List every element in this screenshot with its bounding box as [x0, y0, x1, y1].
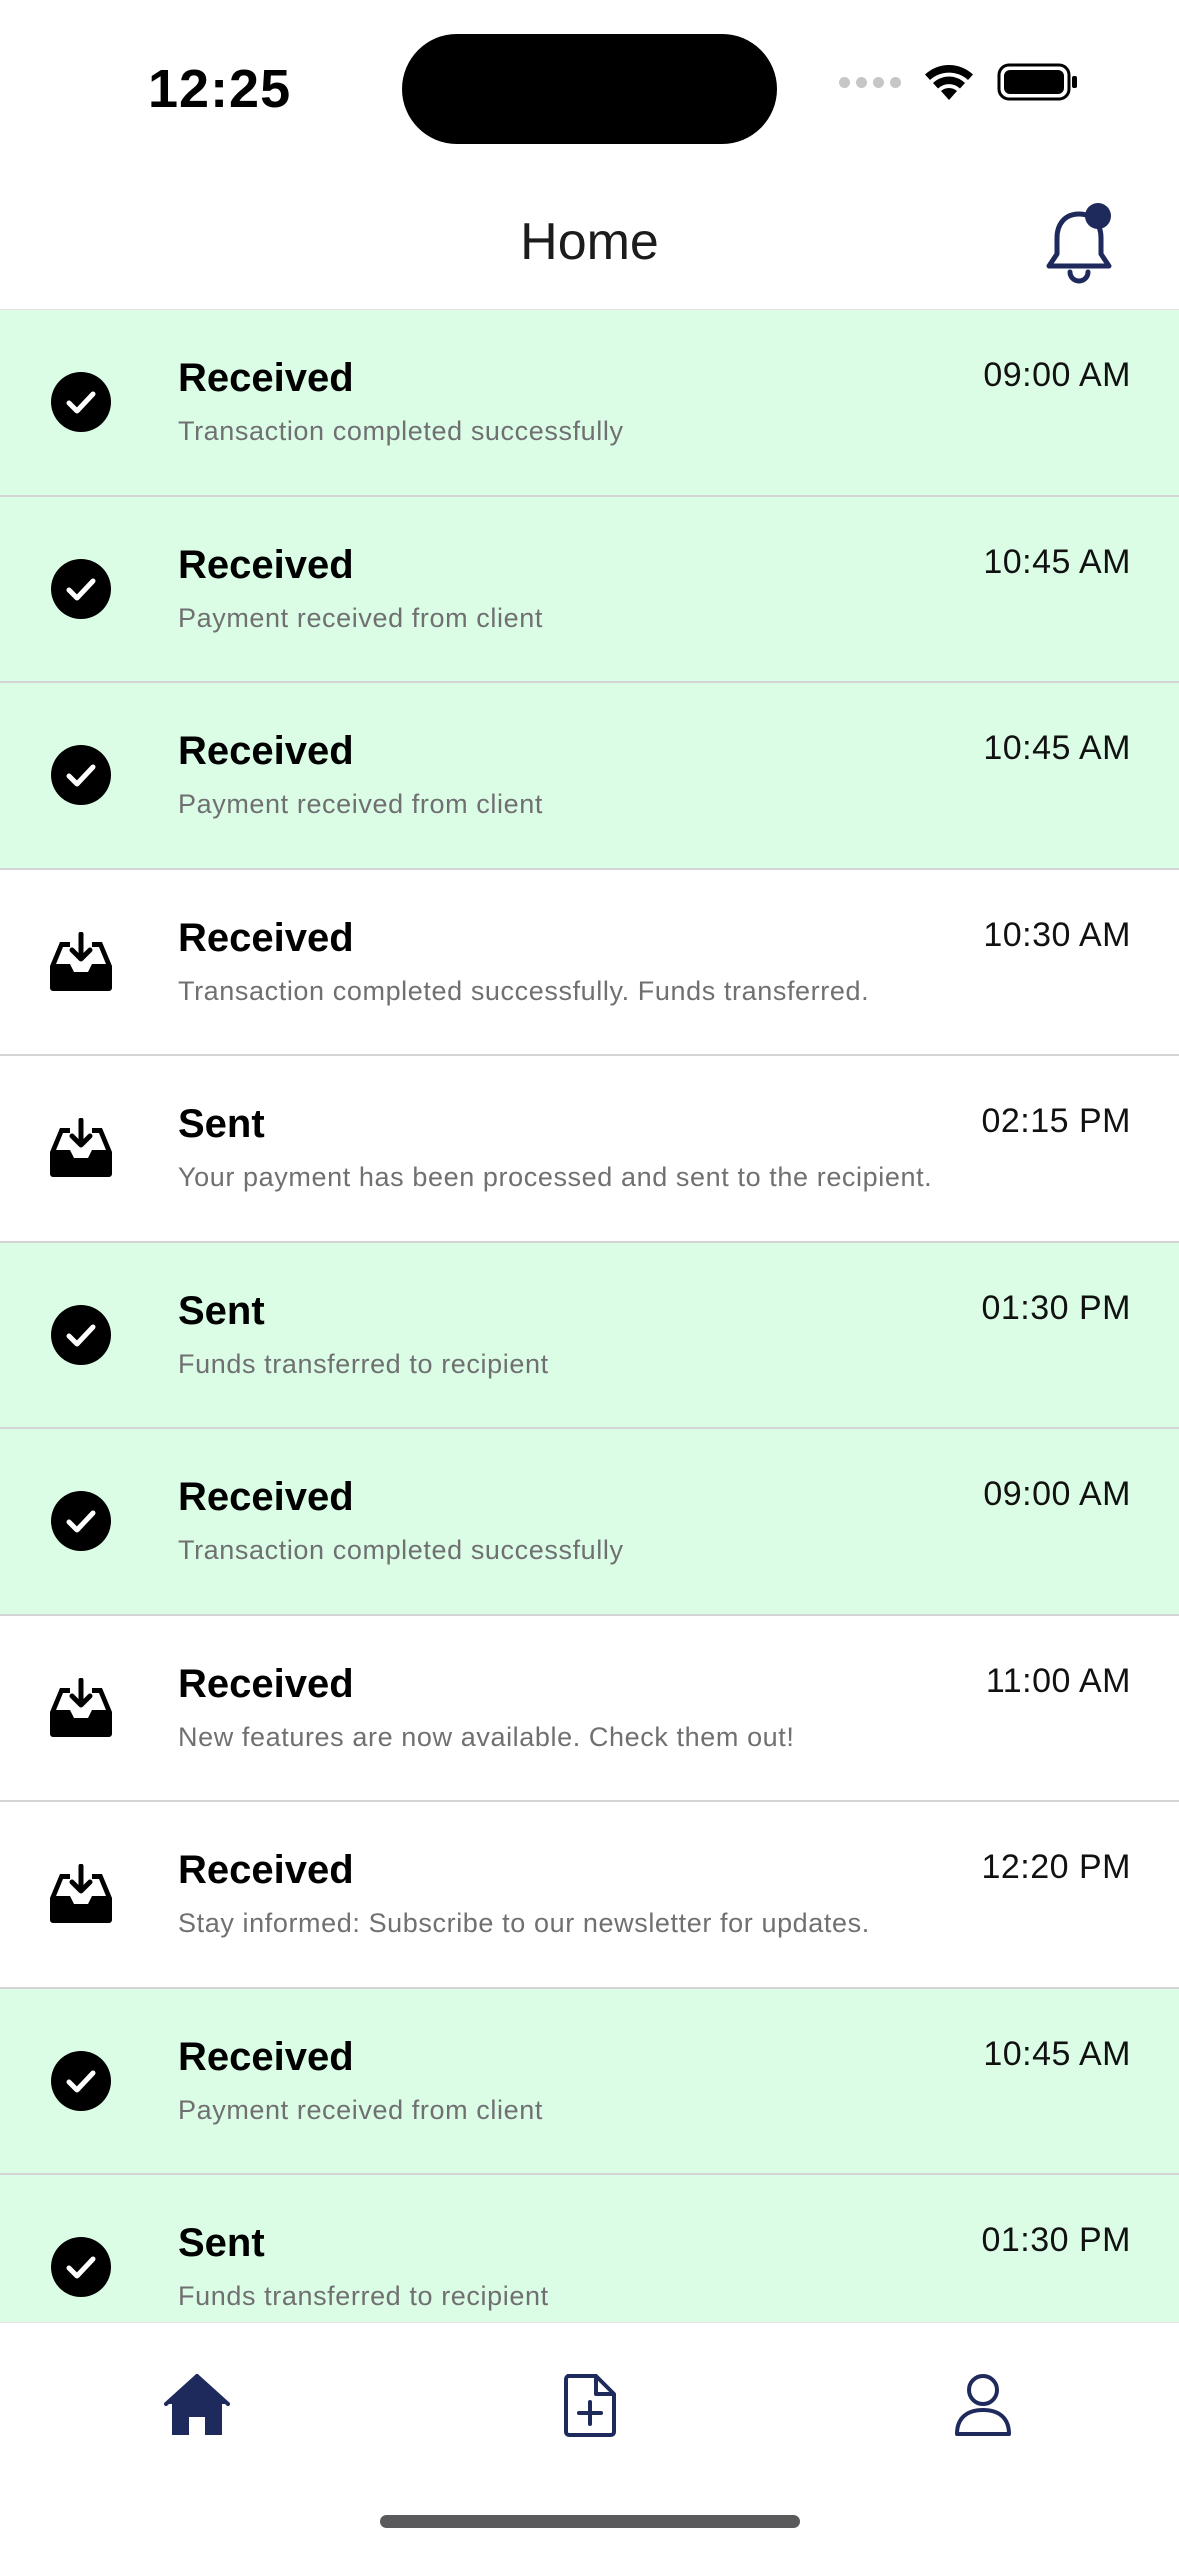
notification-title: Received: [178, 1661, 354, 1706]
new-document-icon: [564, 2374, 616, 2437]
profile-icon: [955, 2374, 1011, 2436]
notification-message: Funds transferred to recipient: [178, 2281, 549, 2311]
notification-time: 10:45 AM: [983, 2034, 1131, 2073]
home-indicator[interactable]: [380, 2515, 800, 2528]
cellular-signal-icon: [839, 76, 901, 88]
notification-title: Sent: [178, 1288, 265, 1333]
notification-time: 01:30 PM: [981, 1288, 1131, 1327]
page-title: Home: [520, 213, 659, 271]
inbox-icon-wrap: [48, 929, 114, 995]
status-time: 12:25: [148, 59, 292, 119]
notification-title: Sent: [178, 1102, 265, 1146]
notification-time: 02:15 PM: [981, 1102, 1131, 1140]
check-circle-icon: [51, 1491, 111, 1552]
notification-message: Stay informed: Subscribe to our newslett…: [178, 1908, 870, 1938]
notification-time: 10:45 AM: [983, 729, 1131, 767]
tab-new-document[interactable]: [550, 2365, 630, 2445]
notification-title: Received: [178, 1475, 354, 1519]
notification-row[interactable]: Received Transaction completed successfu…: [0, 869, 1179, 1056]
inbox-icon-wrap: [48, 1115, 114, 1181]
wifi-icon: [925, 64, 973, 100]
notification-row[interactable]: Sent Your payment has been processed and…: [0, 1056, 1179, 1243]
notification-row[interactable]: Received Payment received from client 10…: [0, 683, 1179, 870]
notification-row[interactable]: Received New features are now available.…: [0, 1615, 1179, 1802]
check-circle-icon-wrap: [48, 2234, 114, 2300]
notification-row[interactable]: Sent Funds transferred to recipient 01:3…: [0, 2175, 1179, 2322]
notification-row[interactable]: Received Payment received from client 10…: [0, 496, 1179, 683]
notification-title: Received: [178, 729, 354, 773]
notification-time: 12:20 PM: [981, 1848, 1131, 1886]
notification-message: Transaction completed successfully: [178, 1535, 624, 1565]
check-circle-icon-wrap: [48, 742, 114, 808]
screen: 12:25 Home Received Transaction complete…: [0, 0, 1179, 2556]
check-circle-icon-wrap: [48, 1302, 114, 1368]
notification-title: Received: [178, 1848, 354, 1892]
notification-message: Payment received from client: [178, 602, 543, 633]
notification-time: 10:45 AM: [983, 542, 1131, 581]
notification-message: Transaction completed successfully: [178, 416, 624, 446]
notification-title: Received: [178, 542, 354, 587]
notification-title: Received: [178, 915, 354, 960]
inbox-download-icon: [50, 1864, 112, 1924]
notification-message: Transaction completed successfully. Fund…: [178, 975, 870, 1006]
status-bar: 12:25: [0, 0, 1179, 170]
notifications-button[interactable]: [1039, 202, 1119, 288]
notification-row[interactable]: Received Payment received from client 10…: [0, 1988, 1179, 2175]
notification-row[interactable]: Sent Funds transferred to recipient 01:3…: [0, 1242, 1179, 1429]
check-circle-icon-wrap: [48, 2048, 114, 2114]
notification-list[interactable]: Received Transaction completed successfu…: [0, 310, 1179, 2322]
inbox-download-icon: [50, 1677, 112, 1737]
inbox-icon-wrap: [48, 1675, 114, 1741]
notification-title: Received: [178, 356, 354, 400]
notification-row[interactable]: Received Transaction completed successfu…: [0, 1429, 1179, 1616]
inbox-download-icon: [50, 1118, 112, 1178]
check-circle-icon-wrap: [48, 369, 114, 435]
home-icon: [164, 2374, 230, 2435]
check-circle-icon-wrap: [48, 556, 114, 622]
notification-time: 09:00 AM: [983, 356, 1131, 394]
check-circle-icon: [51, 372, 111, 433]
check-circle-icon: [51, 2237, 111, 2298]
check-circle-icon: [51, 558, 111, 619]
notification-time: 09:00 AM: [983, 1475, 1131, 1513]
tab-home[interactable]: [157, 2365, 237, 2445]
bell-icon: [1046, 203, 1112, 284]
notification-message: Funds transferred to recipient: [178, 1348, 549, 1379]
notification-title: Sent: [178, 2221, 265, 2265]
notification-title: Received: [178, 2034, 354, 2079]
notification-message: New features are now available. Check th…: [178, 1721, 795, 1752]
tab-profile[interactable]: [943, 2365, 1023, 2445]
battery-icon: [997, 63, 1077, 101]
notification-dot: [1085, 203, 1111, 229]
notification-row[interactable]: Received Stay informed: Subscribe to our…: [0, 1802, 1179, 1989]
check-circle-icon: [51, 1304, 111, 1365]
notification-message: Your payment has been processed and sent…: [178, 1162, 933, 1192]
notification-time: 01:30 PM: [981, 2221, 1131, 2259]
dynamic-island: [402, 34, 777, 144]
notification-row[interactable]: Received Transaction completed successfu…: [0, 310, 1179, 497]
header: Home: [0, 170, 1179, 310]
status-icons: [839, 62, 1079, 102]
check-circle-icon-wrap: [48, 1488, 114, 1554]
check-circle-icon: [51, 2050, 111, 2111]
inbox-download-icon: [50, 931, 112, 991]
check-circle-icon: [51, 745, 111, 806]
notification-time: 11:00 AM: [985, 1661, 1131, 1700]
inbox-icon-wrap: [48, 1861, 114, 1927]
notification-time: 10:30 AM: [983, 915, 1131, 954]
notification-message: Payment received from client: [178, 789, 543, 819]
notification-message: Payment received from client: [178, 2094, 543, 2125]
